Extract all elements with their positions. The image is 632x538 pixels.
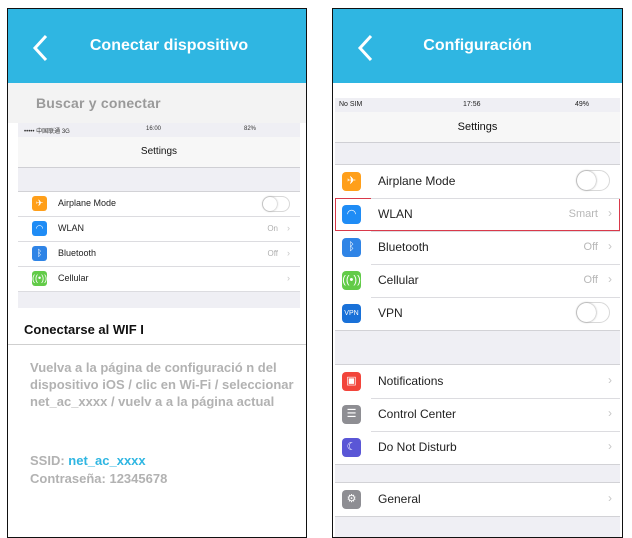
- app-header: Conectar dispositivo: [8, 9, 306, 83]
- connect-device-panel: Conectar dispositivo Buscar y conectar •…: [7, 8, 307, 538]
- ssid-line: SSID: net_ac_xxxx: [30, 453, 146, 468]
- subtitle: Buscar y conectar: [36, 95, 161, 111]
- settings-row-wlan[interactable]: ◠ WLAN Smart ›: [335, 198, 620, 231]
- settings-group-general: ⚙ General ›: [335, 482, 620, 517]
- wifi-icon: ◠: [32, 221, 47, 236]
- divider: [8, 344, 306, 345]
- row-label: Airplane Mode: [58, 198, 117, 208]
- chevron-right-icon: ›: [608, 439, 612, 453]
- chevron-right-icon: ›: [608, 491, 612, 505]
- chevron-right-icon: ›: [608, 373, 612, 387]
- row-label: WLAN: [58, 223, 85, 233]
- row-label: VPN: [378, 306, 403, 320]
- settings-row-bluetooth[interactable]: ᛒ Bluetooth Off ›: [335, 231, 620, 264]
- chevron-right-icon: ›: [608, 239, 612, 253]
- toggle: [262, 196, 290, 212]
- cellular-icon: ((•)): [342, 271, 361, 290]
- bluetooth-icon: ᛒ: [342, 238, 361, 257]
- airplane-icon: ✈: [32, 196, 47, 211]
- settings-row-vpn[interactable]: VPN VPN: [335, 297, 620, 330]
- control-center-icon: ☰: [342, 405, 361, 424]
- chevron-right-icon: ›: [287, 273, 290, 283]
- ios-settings-screenshot: ••••• 中国联通 3G 16:00 82% Settings ✈ Airpl…: [18, 123, 300, 308]
- row-value: Off: [583, 241, 598, 253]
- carrier-text: No SIM: [339, 101, 363, 108]
- settings-nav-title: Settings: [335, 112, 620, 143]
- settings-panel: Configuración No SIM 17:56 49% Settings …: [332, 8, 623, 538]
- time-text: 17:56: [463, 101, 481, 108]
- ssid-value: net_ac_xxxx: [68, 453, 146, 468]
- row-value: Smart: [568, 208, 598, 220]
- settings-row-do-not-disturb[interactable]: ☾ Do Not Disturb ›: [335, 431, 620, 464]
- row-label: Bluetooth: [378, 240, 429, 254]
- settings-nav-title: Settings: [18, 137, 300, 168]
- page-title: Conectar dispositivo: [89, 37, 249, 54]
- instructions-text: Vuelva a la página de configuració n del…: [30, 360, 294, 409]
- chevron-right-icon: ›: [608, 406, 612, 420]
- list-item: ((•)) Cellular ›: [18, 267, 300, 292]
- battery-text: 82%: [244, 126, 257, 132]
- ssid-label: SSID:: [30, 453, 65, 468]
- time-text: 16:00: [146, 126, 162, 132]
- row-value: On: [267, 224, 278, 233]
- row-label: Cellular: [378, 273, 419, 287]
- settings-group-system: ▣ Notifications › ☰ Control Center › ☾ D…: [335, 364, 620, 465]
- airplane-mode-toggle[interactable]: [576, 170, 610, 191]
- list-item: ◠ WLAN On ›: [18, 217, 300, 242]
- status-bar: ••••• 中国联通 3G 16:00 82%: [18, 123, 300, 137]
- row-label: Do Not Disturb: [378, 440, 457, 454]
- bluetooth-icon: ᛒ: [32, 246, 47, 261]
- cellular-icon: ((•)): [32, 271, 47, 286]
- carrier-text: ••••• 中国联通 3G: [24, 129, 70, 135]
- row-label: Bluetooth: [58, 248, 97, 258]
- settings-row-airplane-mode[interactable]: ✈ Airplane Mode: [335, 165, 620, 198]
- list-item: ✈ Airplane Mode: [18, 192, 300, 217]
- section-heading: Conectarse al WIF I: [24, 322, 144, 337]
- row-value: Off: [267, 249, 278, 258]
- settings-group-connectivity: ✈ Airplane Mode ◠ WLAN Smart › ᛒ Bluetoo…: [335, 164, 620, 331]
- app-header: Configuración: [333, 9, 622, 83]
- row-label: Control Center: [378, 407, 457, 421]
- chevron-right-icon: ›: [608, 206, 612, 220]
- moon-icon: ☾: [342, 438, 361, 457]
- notifications-icon: ▣: [342, 372, 361, 391]
- list-item: ᛒ Bluetooth Off ›: [18, 242, 300, 267]
- row-value: Off: [583, 274, 598, 286]
- settings-row-general[interactable]: ⚙ General ›: [335, 483, 620, 516]
- password-line: Contraseña: 12345678: [30, 471, 168, 486]
- mini-settings-list: ✈ Airplane Mode ◠ WLAN On › ᛒ Bluetooth …: [18, 191, 300, 292]
- page-title: Configuración: [423, 37, 532, 54]
- wifi-icon: ◠: [342, 205, 361, 224]
- row-label: Cellular: [58, 273, 89, 283]
- chevron-right-icon: ›: [608, 272, 612, 286]
- row-label: General: [378, 492, 421, 506]
- vpn-toggle[interactable]: [576, 302, 610, 323]
- chevron-right-icon: ›: [287, 248, 290, 258]
- ios-settings-screen: No SIM 17:56 49% Settings ✈ Airplane Mod…: [335, 98, 620, 537]
- row-label: Airplane Mode: [378, 174, 456, 188]
- row-label: WLAN: [378, 207, 413, 221]
- settings-row-cellular[interactable]: ((•)) Cellular Off ›: [335, 264, 620, 297]
- settings-row-notifications[interactable]: ▣ Notifications ›: [335, 365, 620, 398]
- airplane-icon: ✈: [342, 172, 361, 191]
- settings-row-control-center[interactable]: ☰ Control Center ›: [335, 398, 620, 431]
- chevron-right-icon: ›: [287, 223, 290, 233]
- gear-icon: ⚙: [342, 490, 361, 509]
- battery-text: 49%: [575, 101, 590, 108]
- row-label: Notifications: [378, 374, 444, 388]
- subtitle-bar: Buscar y conectar: [8, 83, 306, 123]
- status-bar: No SIM 17:56 49%: [335, 98, 620, 112]
- vpn-icon: VPN: [342, 304, 361, 323]
